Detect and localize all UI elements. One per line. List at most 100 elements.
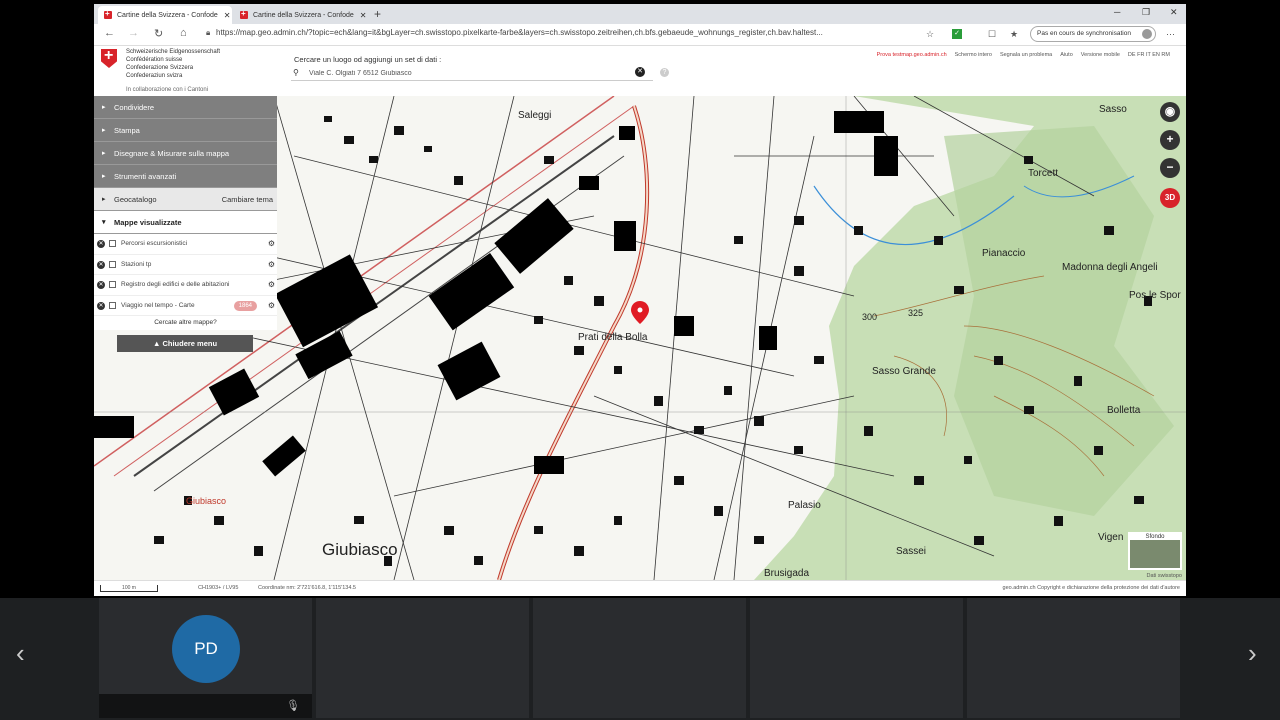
place-giubiasco: Giubiasco bbox=[322, 540, 398, 559]
federation-names: Schweizerische Eidgenossenschaft Confédé… bbox=[126, 48, 220, 80]
background-label: Sfondo bbox=[1130, 534, 1180, 540]
minimize-icon[interactable]: ─ bbox=[1114, 7, 1120, 17]
report-problem-link[interactable]: Segnala un problema bbox=[1000, 52, 1052, 58]
tab-bar: Cartine della Svizzera - Confode ✕ Carti… bbox=[94, 4, 1186, 24]
menu-draw-measure[interactable]: Disegnare & Misurare sulla mappa bbox=[94, 142, 277, 165]
cantons-cooperation: In collaborazione con i Cantoni bbox=[126, 87, 209, 93]
place-saleggi: Saleggi bbox=[518, 110, 552, 121]
gear-icon[interactable]: ⚙ bbox=[268, 234, 275, 254]
close-icon[interactable]: ✕ bbox=[224, 11, 231, 20]
layer-row[interactable]: ✕ Percorsi escursionistici ⚙ bbox=[94, 234, 277, 255]
gear-icon[interactable]: ⚙ bbox=[268, 255, 275, 275]
menu-advanced-tools[interactable]: Strumenti avanzati bbox=[94, 165, 277, 188]
help-link[interactable]: Aiuto bbox=[1060, 52, 1073, 58]
layer-checkbox[interactable] bbox=[109, 260, 116, 268]
copyright-link[interactable]: geo.admin.ch Copyright e dichiarazione d… bbox=[1003, 585, 1180, 591]
layer-label: Viaggio nel tempo - Carte bbox=[121, 301, 195, 309]
screen: Cartine della Svizzera - Confode ✕ Carti… bbox=[0, 0, 1280, 720]
layer-row[interactable]: ✕ Stazioni tp ⚙ bbox=[94, 254, 277, 275]
star-icon[interactable]: ☆ bbox=[926, 29, 934, 40]
chevron-left-icon[interactable]: ‹ bbox=[16, 638, 25, 669]
layer-checkbox[interactable] bbox=[109, 301, 116, 309]
year-badge[interactable]: 1864 bbox=[233, 300, 257, 311]
close-menu-label: Chiudere menu bbox=[162, 339, 218, 348]
zoom-in-button[interactable]: + bbox=[1160, 130, 1180, 150]
remove-layer-icon[interactable]: ✕ bbox=[97, 281, 105, 289]
tab-title: Cartine della Svizzera - Confode bbox=[253, 11, 354, 19]
participant-tile[interactable]: PD 🎙︎ bbox=[99, 598, 312, 718]
data-source[interactable]: Dati swisstopo bbox=[1147, 573, 1182, 579]
scale-bar: 100 m bbox=[100, 585, 158, 592]
forward-icon[interactable]: → bbox=[128, 27, 139, 39]
home-icon[interactable]: ⌂ bbox=[180, 27, 187, 39]
sync-status-button[interactable]: Pas en cours de synchronisation bbox=[1030, 26, 1156, 42]
layer-label: Registro degli edifici e delle abitazion… bbox=[121, 281, 230, 288]
place-vigen: Vigen bbox=[1098, 532, 1124, 543]
remove-layer-icon[interactable]: ✕ bbox=[97, 240, 105, 248]
zoom-out-button[interactable]: − bbox=[1160, 158, 1180, 178]
fullscreen-link[interactable]: Schermo intero bbox=[955, 52, 992, 58]
mic-muted-icon: 🎙︎ bbox=[286, 700, 300, 712]
site-header: Schweizerische Eidgenossenschaft Confédé… bbox=[94, 46, 1186, 96]
crs-selector[interactable]: CH1903+ / LV95 bbox=[198, 585, 238, 591]
reload-icon[interactable]: ↻ bbox=[154, 27, 163, 40]
geocatalog-label: Geocatalogo bbox=[114, 195, 157, 204]
browser-window: Cartine della Svizzera - Confode ✕ Carti… bbox=[94, 4, 1186, 596]
place-torcett: Torcett bbox=[1028, 168, 1059, 179]
menu-share[interactable]: Condividere bbox=[94, 96, 277, 119]
background-switcher[interactable]: Sfondo bbox=[1128, 532, 1182, 570]
url-field[interactable]: https://map.geo.admin.ch/?topic=ech&lang… bbox=[216, 28, 823, 37]
more-menu-icon[interactable]: ⋯ bbox=[1166, 29, 1175, 40]
layer-row[interactable]: ✕ Viaggio nel tempo - Carte 1864 ⚙ bbox=[94, 295, 277, 316]
collections-icon[interactable]: ☐ bbox=[988, 29, 996, 40]
test-link[interactable]: Prova testmap.geo.admin.ch bbox=[877, 52, 947, 58]
remove-layer-icon[interactable]: ✕ bbox=[97, 301, 105, 310]
chevron-up-icon: ▲ bbox=[152, 339, 161, 348]
menu-geocatalog[interactable]: Geocatalogo Cambiare tema bbox=[94, 188, 277, 211]
swiss-flag-icon bbox=[104, 9, 112, 19]
top-links: Prova testmap.geo.admin.ch Schermo inter… bbox=[877, 52, 1170, 58]
favorites-icon[interactable]: ★ bbox=[1010, 29, 1018, 40]
close-menu-button[interactable]: ▲ Chiudere menu bbox=[117, 335, 253, 352]
menu-displayed-maps[interactable]: Mappe visualizzate bbox=[94, 211, 277, 234]
extension-check-icon[interactable]: ✓ bbox=[952, 29, 962, 39]
remove-layer-icon[interactable]: ✕ bbox=[97, 260, 105, 269]
profile-avatar bbox=[1142, 29, 1152, 39]
tab-1[interactable]: Cartine della Svizzera - Confode ✕ bbox=[98, 6, 232, 24]
participant-strip: ‹ PD 🎙︎ › bbox=[0, 598, 1280, 720]
layer-checkbox[interactable] bbox=[109, 240, 116, 247]
federation-name-rm: Confederaziun svizra bbox=[126, 73, 183, 79]
empty-tile bbox=[750, 598, 963, 718]
change-theme-link[interactable]: Cambiare tema bbox=[222, 188, 273, 211]
sync-label: Pas en cours de synchronisation bbox=[1037, 30, 1131, 37]
chevron-right-icon[interactable]: › bbox=[1248, 638, 1257, 669]
maximize-icon[interactable]: ❐ bbox=[1142, 7, 1150, 18]
place-madonna-degli-angeli: Madonna degli Angeli bbox=[1062, 262, 1158, 273]
address-bar: ← → ↻ ⌂ 🔒︎ https://map.geo.admin.ch/?top… bbox=[94, 24, 1186, 46]
gear-icon[interactable]: ⚙ bbox=[268, 275, 275, 295]
geolocate-icon[interactable]: ◉ bbox=[1160, 102, 1180, 122]
language-selector[interactable]: DE FR IT EN RM bbox=[1128, 52, 1170, 58]
close-window-icon[interactable]: ✕ bbox=[1170, 7, 1178, 18]
height-300: 300 bbox=[862, 312, 878, 322]
search-more-maps-link[interactable]: Cercate altre mappe? bbox=[94, 316, 277, 330]
tab-2[interactable]: Cartine della Svizzera - Confode ✕ bbox=[234, 6, 368, 24]
back-icon[interactable]: ← bbox=[104, 27, 115, 39]
place-sasso: Sasso bbox=[1099, 104, 1127, 115]
gear-icon[interactable]: ⚙ bbox=[268, 296, 275, 316]
new-tab-button[interactable]: + bbox=[374, 7, 381, 21]
swiss-coat-of-arms-logo[interactable] bbox=[101, 49, 117, 68]
tab-title: Cartine della Svizzera - Confode bbox=[117, 11, 218, 19]
layer-checkbox[interactable] bbox=[109, 281, 116, 288]
status-bar: 100 m CH1903+ / LV95 Coordinate nm: 2'72… bbox=[94, 580, 1186, 596]
clear-search-icon[interactable]: ✕ bbox=[635, 67, 645, 77]
menu-print[interactable]: Stampa bbox=[94, 119, 277, 142]
view-3d-button[interactable]: 3D bbox=[1160, 188, 1180, 208]
mobile-version-link[interactable]: Versione mobile bbox=[1081, 52, 1120, 58]
help-icon[interactable]: ? bbox=[660, 68, 669, 77]
place-brusigada: Brusigada bbox=[764, 568, 810, 579]
close-icon[interactable]: ✕ bbox=[360, 11, 367, 20]
side-menu: Condividere Stampa Disegnare & Misurare … bbox=[94, 96, 277, 352]
search-input[interactable] bbox=[309, 67, 629, 79]
layer-row[interactable]: ✕ Registro degli edifici e delle abitazi… bbox=[94, 275, 277, 296]
